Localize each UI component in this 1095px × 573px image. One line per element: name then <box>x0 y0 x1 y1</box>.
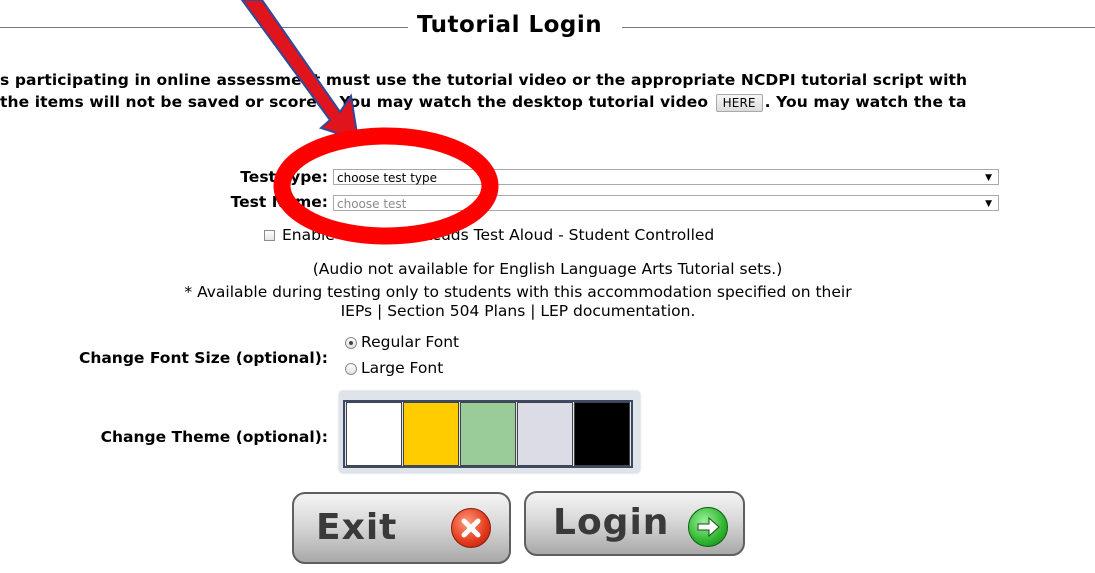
dropdown-arrow-icon: ▼ <box>985 173 992 183</box>
login-label: Login <box>553 502 670 543</box>
large-font-radio[interactable] <box>345 363 357 375</box>
accommodation-note-1: * Available during testing only to stude… <box>184 283 852 301</box>
test-name-select[interactable]: choose test ▼ <box>333 195 999 211</box>
exit-label: Exit <box>316 507 398 548</box>
audio-note: (Audio not available for English Languag… <box>312 260 783 278</box>
exit-button[interactable]: Exit <box>292 492 511 564</box>
test-name-placeholder: choose test <box>337 197 407 211</box>
theme-swatch-lavender[interactable] <box>517 402 573 466</box>
title-rule-right <box>622 27 1095 28</box>
login-button[interactable]: Login <box>524 491 745 556</box>
theme-swatch-green[interactable] <box>460 402 516 466</box>
arrow-right-icon <box>688 507 728 547</box>
intro-line-1: s participating in online assessment mus… <box>0 71 968 89</box>
large-font-label: Large Font <box>361 359 444 377</box>
here-button[interactable]: HERE <box>715 93 763 112</box>
test-name-label: Test Name: <box>230 193 328 211</box>
intro-line-2-start: the items will not be saved or scored. Y… <box>0 93 709 111</box>
intro-line-2-end: . You may watch the ta <box>764 93 967 111</box>
page-title: Tutorial Login <box>417 12 603 38</box>
annotation-arrow <box>240 0 360 142</box>
test-type-select[interactable]: choose test type ▼ <box>333 169 999 185</box>
dropdown-arrow-icon: ▼ <box>985 199 992 209</box>
accommodation-note-2: IEPs | Section 504 Plans | LEP documenta… <box>340 302 696 320</box>
read-aloud-checkbox[interactable] <box>264 230 275 241</box>
theme-swatch-black[interactable] <box>574 402 630 466</box>
regular-font-label: Regular Font <box>361 333 460 351</box>
close-icon <box>451 508 491 548</box>
intro-line-2: the items will not be saved or scored. Y… <box>0 93 967 112</box>
theme-swatch-white[interactable] <box>346 402 402 466</box>
test-type-label: Test Type: <box>240 168 328 186</box>
test-type-value: choose test type <box>337 171 438 185</box>
theme-label: Change Theme (optional): <box>100 428 328 446</box>
annotation-circle <box>273 127 499 245</box>
font-size-label: Change Font Size (optional): <box>78 349 328 367</box>
regular-font-radio[interactable] <box>345 337 357 349</box>
read-aloud-label: Enable Computer Reads Test Aloud - Stude… <box>282 226 715 244</box>
title-rule-left <box>0 27 408 28</box>
theme-swatch-yellow[interactable] <box>403 402 459 466</box>
